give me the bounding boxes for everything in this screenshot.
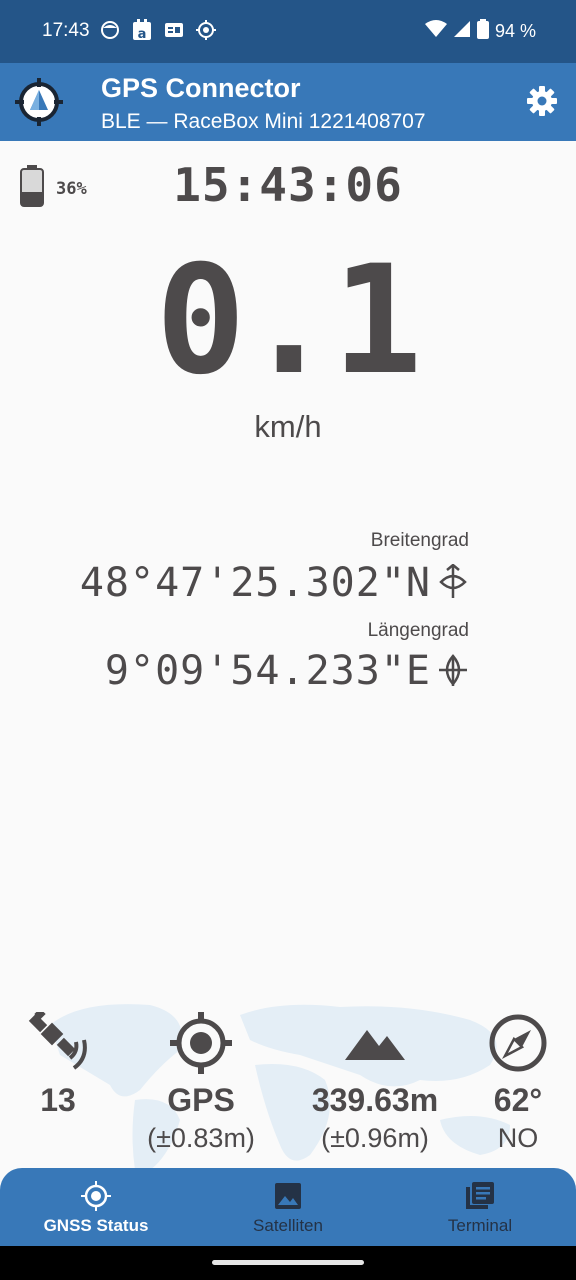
app-bar: GPS Connector BLE — RaceBox Mini 1221408…	[0, 63, 576, 141]
app-logo-icon	[14, 77, 64, 127]
gnss-icon	[80, 1180, 112, 1212]
crosshair-icon	[136, 1012, 266, 1074]
latitude-value: 48°47'25.302"N	[79, 560, 431, 606]
svg-text:a: a	[138, 27, 147, 41]
status-notification-icons: a	[100, 19, 216, 41]
cell-signal-icon	[453, 20, 471, 43]
compass-icon	[478, 1012, 558, 1074]
notification-face-icon	[100, 20, 120, 40]
altitude-value: 339.63m	[311, 1082, 439, 1118]
nav-label: Satelliten	[253, 1216, 323, 1235]
bearing-value: 62°	[493, 1082, 543, 1118]
longitude-icon	[437, 652, 469, 688]
speed-unit: km/h	[254, 409, 322, 444]
home-gesture-handle[interactable]	[212, 1260, 364, 1265]
bottom-navigation: GNSS Status Satelliten Terminal	[0, 1168, 576, 1246]
terminal-icon	[464, 1180, 496, 1212]
altitude-stat: 339.63m (±0.96m)	[300, 1012, 450, 1154]
connection-subtitle: BLE — RaceBox Mini 1221408707	[101, 110, 426, 133]
bearing-stat: 62° NO	[478, 1012, 558, 1154]
status-bar: 17:43 a 94 %	[0, 0, 576, 63]
nav-label: GNSS Status	[43, 1216, 149, 1235]
mountain-icon	[300, 1012, 450, 1074]
altitude-accuracy: (±0.96m)	[321, 1123, 429, 1153]
status-right-icons: 94 %	[424, 19, 536, 44]
world-map-background	[40, 995, 540, 1170]
satellite-count: 13	[40, 1082, 76, 1118]
fix-stat: GPS (±0.83m)	[136, 1012, 266, 1154]
amazon-icon: a	[132, 19, 152, 41]
nav-tab-gnss-status[interactable]: GNSS Status	[0, 1168, 192, 1246]
nav-label: Terminal	[447, 1216, 513, 1235]
bearing-direction: NO	[497, 1123, 539, 1153]
longitude-label: Längengrad	[367, 620, 469, 641]
fix-accuracy: (±0.83m)	[147, 1123, 255, 1153]
battery-icon	[476, 19, 489, 44]
gps-clock: 15:43:06	[173, 158, 403, 212]
satellite-icon	[18, 1008, 98, 1074]
status-battery-text: 94 %	[494, 21, 536, 41]
nav-tab-satelliten[interactable]: Satelliten	[192, 1168, 384, 1246]
settings-gear-icon[interactable]	[526, 85, 558, 117]
fix-type: GPS	[167, 1082, 235, 1118]
app-title: GPS Connector	[101, 73, 301, 103]
image-icon	[272, 1180, 304, 1212]
satellite-count-stat: 13	[18, 1008, 98, 1119]
latitude-label: Breitengrad	[370, 530, 469, 551]
id-card-icon	[164, 22, 184, 38]
wifi-icon	[424, 20, 447, 43]
nav-tab-terminal[interactable]: Terminal	[384, 1168, 576, 1246]
longitude-value: 9°09'54.233"E	[104, 648, 431, 694]
status-time: 17:43	[42, 20, 90, 41]
system-gesture-bar	[0, 1246, 576, 1280]
latitude-icon	[437, 563, 469, 600]
speed-value: 0.1	[155, 234, 423, 408]
gps-status-icon	[196, 20, 216, 40]
